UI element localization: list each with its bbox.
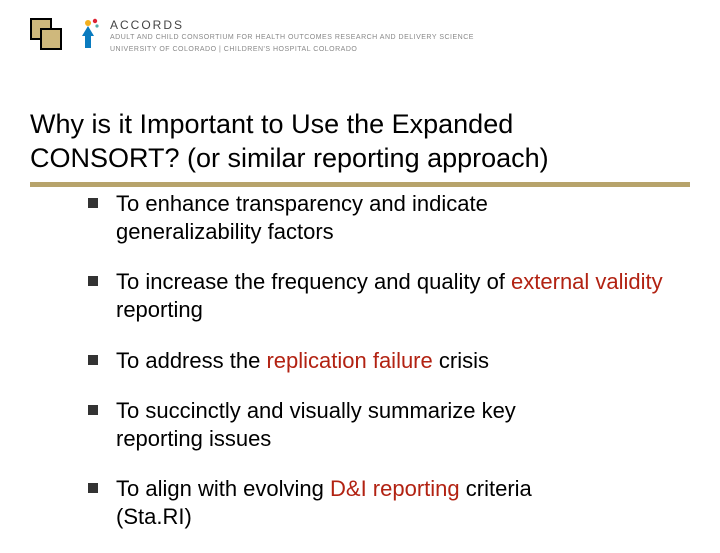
list-item: To enhance transparency and indicate gen… (88, 190, 670, 246)
highlight-text: replication failure (266, 348, 432, 373)
slide-content: To enhance transparency and indicate gen… (88, 190, 670, 553)
brand-text: ACCORDS ADULT AND CHILD CONSORTIUM FOR H… (110, 19, 474, 54)
highlight-text: external validity (511, 269, 663, 294)
bullet-text: crisis (433, 348, 489, 373)
brand-org: UNIVERSITY OF COLORADO | CHILDREN'S HOSP… (110, 46, 474, 54)
bullet-text: To succinctly and visually summarize key (116, 398, 516, 423)
bullet-text: generalizability factors (116, 219, 334, 244)
title-line1: Why is it Important to Use the Expanded (30, 109, 513, 139)
bullet-text: (Sta.RI) (116, 504, 192, 529)
bullet-text: To enhance transparency and indicate (116, 191, 488, 216)
bullet-text: To align with evolving (116, 476, 330, 501)
list-item: To align with evolving D&I reporting cri… (88, 475, 670, 531)
slide-header: ACCORDS ADULT AND CHILD CONSORTIUM FOR H… (30, 18, 474, 54)
bullet-text: To address the (116, 348, 266, 373)
list-item: To succinctly and visually summarize key… (88, 397, 670, 453)
title-block: Why is it Important to Use the Expanded … (30, 108, 690, 187)
bullet-text: To increase the frequency and quality of (116, 269, 511, 294)
bullet-text: criteria (460, 476, 532, 501)
bullet-list: To enhance transparency and indicate gen… (88, 190, 670, 531)
cu-logo-icon (30, 18, 66, 54)
brand-name: ACCORDS (110, 19, 474, 32)
bullet-text: reporting issues (116, 426, 271, 451)
list-item: To address the replication failure crisi… (88, 347, 670, 375)
bullet-text: reporting (116, 297, 203, 322)
title-line2: CONSORT? (or similar reporting approach) (30, 143, 549, 173)
brand-subtitle: ADULT AND CHILD CONSORTIUM FOR HEALTH OU… (110, 34, 474, 42)
slide-title: Why is it Important to Use the Expanded … (30, 108, 690, 176)
title-underline (30, 182, 690, 187)
highlight-text: D&I reporting (330, 476, 460, 501)
list-item: To increase the frequency and quality of… (88, 268, 670, 324)
child-logo-icon (76, 18, 100, 54)
